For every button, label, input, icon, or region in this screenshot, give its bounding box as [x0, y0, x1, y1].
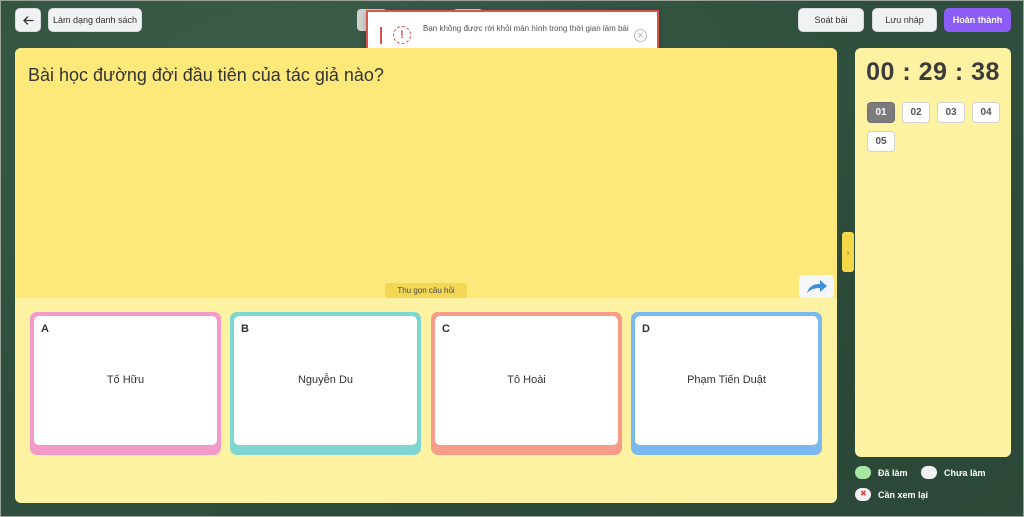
flag-icon: ✖	[860, 489, 867, 498]
option-d[interactable]: D Phạm Tiến Duật	[631, 312, 822, 455]
share-arrow-icon	[806, 279, 827, 293]
close-icon[interactable]: ✕	[634, 29, 647, 42]
option-text: Nguyễn Du	[297, 374, 354, 386]
legend-done: Đã làm	[855, 466, 908, 479]
legend-done-label: Đã làm	[878, 467, 908, 478]
option-card: B Nguyễn Du	[234, 316, 417, 445]
question-number-01[interactable]: 01	[867, 102, 895, 123]
back-button[interactable]	[15, 8, 41, 32]
question-number-04[interactable]: 04	[972, 102, 1000, 123]
toast-accent-bar	[380, 27, 382, 44]
sidebar-toggle[interactable]: ›	[842, 232, 854, 272]
option-b[interactable]: B Nguyễn Du	[230, 312, 421, 455]
option-letter: D	[642, 323, 650, 335]
option-letter: C	[442, 323, 450, 335]
toast-message: Bạn không được rời khỏi màn hình trong t…	[423, 24, 629, 33]
todo-swatch	[921, 466, 937, 479]
question-panel: Bài học đường đời đầu tiên của tác giả n…	[15, 48, 837, 503]
exam-screen: Làm dạng danh sách Soát bài Lưu nháp Hoà…	[0, 0, 1024, 517]
question-navigator: 00 : 29 : 38 01 02 03 04 05	[855, 48, 1011, 457]
collapse-question-button[interactable]: Thu gọn câu hỏi	[385, 283, 467, 298]
countdown-timer: 00 : 29 : 38	[866, 58, 1000, 86]
option-card: A Tố Hữu	[34, 316, 217, 445]
check-button[interactable]: Soát bài	[798, 8, 864, 32]
legend-todo: Chưa làm	[921, 466, 986, 479]
warning-icon: !	[393, 26, 411, 44]
done-swatch	[855, 466, 871, 479]
save-draft-button[interactable]: Lưu nháp	[872, 8, 937, 32]
question-area: Bài học đường đời đầu tiên của tác giả n…	[15, 48, 837, 298]
question-number-05[interactable]: 05	[867, 131, 895, 152]
option-letter: B	[241, 323, 249, 335]
option-letter: A	[41, 323, 49, 335]
next-question-button[interactable]	[799, 275, 834, 298]
option-a[interactable]: A Tố Hữu	[30, 312, 221, 455]
option-card: D Phạm Tiến Duật	[635, 316, 818, 445]
legend-review-label: Cần xem lại	[878, 489, 929, 500]
finish-button[interactable]: Hoàn thành	[944, 8, 1011, 32]
question-text: Bài học đường đời đầu tiên của tác giả n…	[28, 65, 384, 85]
arrow-left-icon	[22, 15, 34, 25]
option-c[interactable]: C Tô Hoài	[431, 312, 622, 455]
question-number-02[interactable]: 02	[902, 102, 930, 123]
option-text: Phạm Tiến Duật	[687, 374, 766, 386]
chevron-right-icon: ›	[846, 247, 850, 257]
list-mode-button[interactable]: Làm dạng danh sách	[48, 8, 142, 32]
question-number-03[interactable]: 03	[937, 102, 965, 123]
option-text: Tô Hoài	[507, 374, 546, 386]
legend-todo-label: Chưa làm	[944, 467, 986, 478]
legend-review: ✖ Cần xem lại	[855, 488, 928, 501]
option-card: C Tô Hoài	[435, 316, 618, 445]
review-swatch: ✖	[855, 488, 871, 501]
option-text: Tố Hữu	[106, 374, 145, 386]
